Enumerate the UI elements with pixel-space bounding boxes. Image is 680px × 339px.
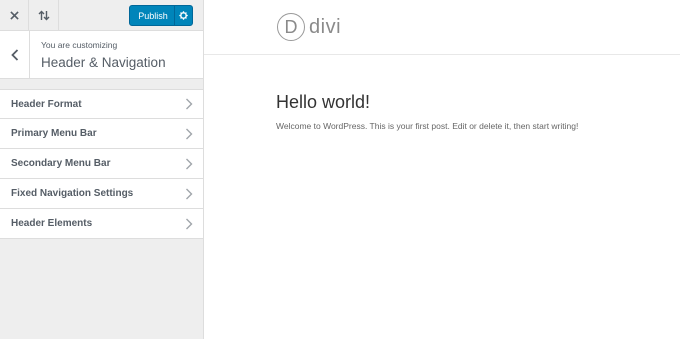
menu-item-fixed-navigation-settings[interactable]: Fixed Navigation Settings <box>0 179 203 209</box>
post-excerpt: Welcome to WordPress. This is your first… <box>276 121 579 131</box>
site-logo[interactable]: D divi <box>277 13 341 41</box>
menu-item-label: Fixed Navigation Settings <box>11 188 134 199</box>
logo-mark: D <box>277 13 305 41</box>
gear-icon <box>179 11 188 20</box>
publish-settings-button[interactable] <box>174 6 192 25</box>
logo-text: divi <box>309 15 342 38</box>
section-menu: Header Format Primary Menu Bar Secondary… <box>0 89 203 239</box>
sort-arrows-icon <box>38 10 50 21</box>
close-icon <box>9 11 19 20</box>
back-button[interactable] <box>0 31 30 79</box>
preview-toggle-button[interactable] <box>30 0 59 31</box>
publish-label: Publish <box>138 10 168 21</box>
chevron-right-icon <box>186 218 193 229</box>
menu-item-secondary-menu-bar[interactable]: Secondary Menu Bar <box>0 149 203 179</box>
chevron-right-icon <box>186 188 193 199</box>
site-preview: D divi Hello world! Welcome to WordPress… <box>204 0 680 339</box>
section-title: Header & Navigation <box>41 55 166 70</box>
menu-item-label: Primary Menu Bar <box>11 128 97 139</box>
menu-item-primary-menu-bar[interactable]: Primary Menu Bar <box>0 119 203 149</box>
post-title[interactable]: Hello world! <box>276 92 370 113</box>
customizer-panel: Publish You are customizing Header & Nav… <box>0 0 204 339</box>
menu-item-header-format[interactable]: Header Format <box>0 89 203 119</box>
menu-item-label: Header Format <box>11 98 82 110</box>
section-subtitle: You are customizing <box>41 40 118 50</box>
site-header: D divi <box>204 0 680 55</box>
chevron-right-icon <box>186 128 193 139</box>
customizer-toolbar: Publish <box>0 0 203 31</box>
chevron-right-icon <box>186 98 193 110</box>
publish-button[interactable]: Publish <box>129 5 193 26</box>
menu-item-header-elements[interactable]: Header Elements <box>0 209 203 239</box>
chevron-left-icon <box>10 49 18 61</box>
menu-item-label: Secondary Menu Bar <box>11 158 111 169</box>
close-button[interactable] <box>0 0 29 31</box>
menu-item-label: Header Elements <box>11 218 93 229</box>
chevron-right-icon <box>186 158 193 169</box>
section-header: You are customizing Header & Navigation <box>0 31 203 79</box>
